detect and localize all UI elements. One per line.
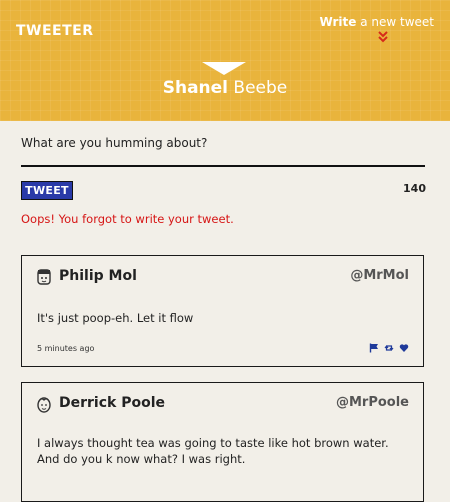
profile-name: Shanel Beebe: [0, 78, 450, 98]
write-link-rest: a new tweet: [356, 15, 434, 29]
page-header: TWEETER Write a new tweet Shanel Beebe: [0, 0, 450, 121]
retweet-icon[interactable]: [384, 343, 394, 353]
heart-icon[interactable]: [399, 343, 409, 353]
compose-underline: [21, 165, 425, 167]
flag-icon[interactable]: [369, 343, 379, 353]
tweet-text: I always thought tea was going to taste …: [37, 436, 389, 466]
tweet-text: It's just poop-eh. Let it flow: [37, 311, 194, 325]
tweet-author-handle[interactable]: @MrMol: [350, 268, 409, 283]
compose-input[interactable]: What are you humming about?: [21, 136, 207, 150]
error-message: Oops! You forgot to write your tweet.: [21, 212, 234, 226]
profile-last-name: Beebe: [233, 78, 288, 98]
tweet-button[interactable]: TWEET: [21, 181, 73, 200]
write-link-bold: Write: [319, 15, 357, 29]
profile-triangle: [202, 62, 246, 75]
tweet-author-name: Philip Mol: [59, 268, 137, 284]
tweet-card: Derrick Poole @MrPoole I always thought …: [21, 382, 424, 502]
avatar-icon: [37, 397, 51, 413]
avatar-icon: [37, 269, 51, 285]
app-logo[interactable]: TWEETER: [16, 23, 94, 39]
tweet-author-handle[interactable]: @MrPoole: [336, 395, 409, 410]
tweet-card: Philip Mol @MrMol It's just poop-eh. Let…: [21, 255, 424, 367]
tweet-actions: [369, 343, 409, 355]
write-tweet-link[interactable]: Write a new tweet: [319, 15, 434, 29]
double-chevron-down-icon[interactable]: [376, 31, 390, 43]
profile-first-name: Shanel: [162, 78, 229, 98]
tweet-timestamp: 5 minutes ago: [37, 344, 95, 353]
char-counter: 140: [403, 182, 426, 195]
tweet-author-name: Derrick Poole: [59, 395, 165, 411]
